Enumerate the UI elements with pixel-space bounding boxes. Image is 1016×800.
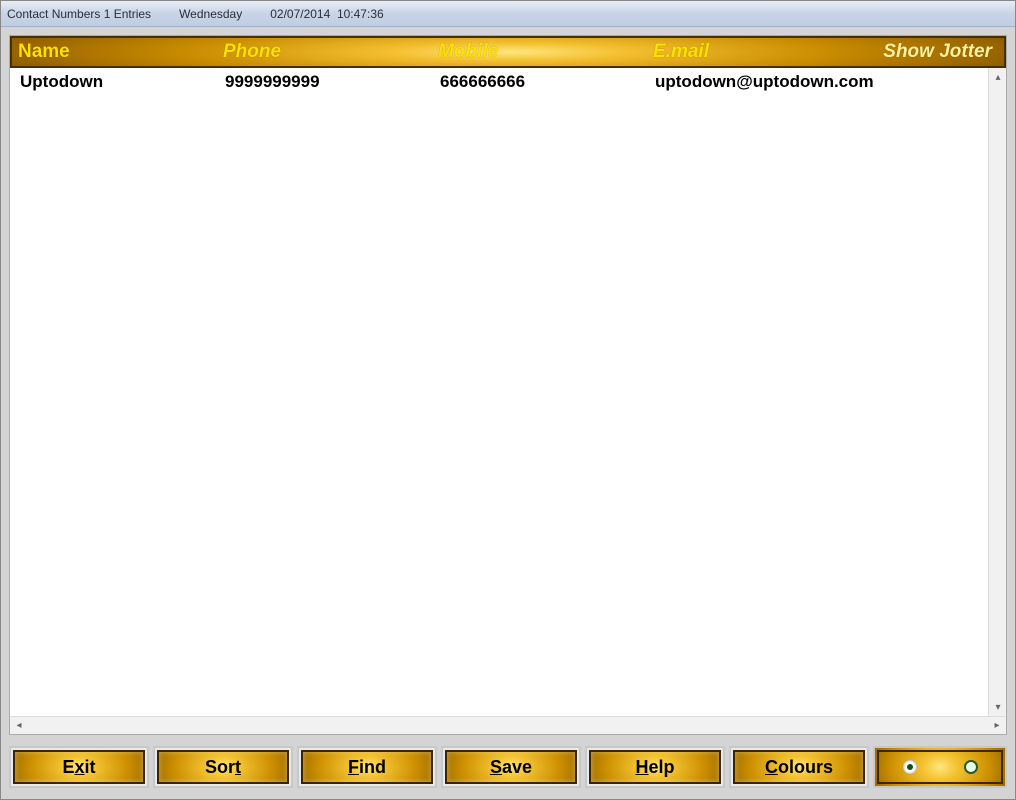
horizontal-scrollbar[interactable]: ◂ ▸	[10, 716, 1006, 734]
radio-option-1[interactable]	[903, 760, 917, 774]
day-label: Wednesday	[179, 7, 242, 21]
vertical-scrollbar[interactable]: ▴ ▾	[988, 68, 1006, 716]
radio-option-2[interactable]	[964, 760, 978, 774]
cell-email: uptodown@uptodown.com	[651, 72, 988, 92]
button-slot: Sort	[153, 746, 293, 788]
show-jotter-link[interactable]: Show Jotter	[847, 41, 1004, 63]
titlebar: Contact Numbers 1 Entries Wednesday 02/0…	[1, 1, 1015, 27]
button-slot: Find	[297, 746, 437, 788]
app-window: Contact Numbers 1 Entries Wednesday 02/0…	[0, 0, 1016, 800]
toolbar: Exit Sort Find Save Help Colours	[9, 743, 1007, 791]
column-header-mobile[interactable]: Mobile	[432, 41, 647, 63]
column-header-email[interactable]: E.mail	[647, 41, 847, 63]
cell-name: Uptodown	[16, 72, 221, 92]
contact-list: Uptodown 9999999999 666666666 uptodown@u…	[10, 68, 1006, 716]
exit-button[interactable]: Exit	[13, 750, 145, 784]
button-slot: Exit	[9, 746, 149, 788]
scroll-up-icon[interactable]: ▴	[989, 68, 1006, 86]
window-title: Contact Numbers 1 Entries	[7, 7, 151, 21]
content-area: Name Phone Mobile E.mail Show Jotter Upt…	[9, 35, 1007, 735]
help-button[interactable]: Help	[589, 750, 721, 784]
date-label: 02/07/2014 10:47:36	[270, 7, 383, 21]
button-slot: Colours	[729, 746, 869, 788]
scroll-right-icon[interactable]: ▸	[988, 717, 1006, 735]
sort-button[interactable]: Sort	[157, 750, 289, 784]
column-header-bar: Name Phone Mobile E.mail Show Jotter	[10, 36, 1006, 68]
list-body: Uptodown 9999999999 666666666 uptodown@u…	[10, 68, 988, 716]
scroll-down-icon[interactable]: ▾	[989, 698, 1006, 716]
radio-dot-icon	[907, 764, 913, 770]
radio-panel-inner	[877, 750, 1003, 784]
colours-button[interactable]: Colours	[733, 750, 865, 784]
button-slot: Help	[585, 746, 725, 788]
column-header-phone[interactable]: Phone	[217, 41, 432, 63]
cell-phone: 9999999999	[221, 72, 436, 92]
scroll-left-icon[interactable]: ◂	[10, 717, 28, 735]
find-button[interactable]: Find	[301, 750, 433, 784]
save-button[interactable]: Save	[445, 750, 577, 784]
button-slot: Save	[441, 746, 581, 788]
column-header-name[interactable]: Name	[12, 41, 217, 63]
radio-panel	[873, 746, 1007, 788]
table-row[interactable]: Uptodown 9999999999 666666666 uptodown@u…	[10, 68, 988, 94]
cell-mobile: 666666666	[436, 72, 651, 92]
